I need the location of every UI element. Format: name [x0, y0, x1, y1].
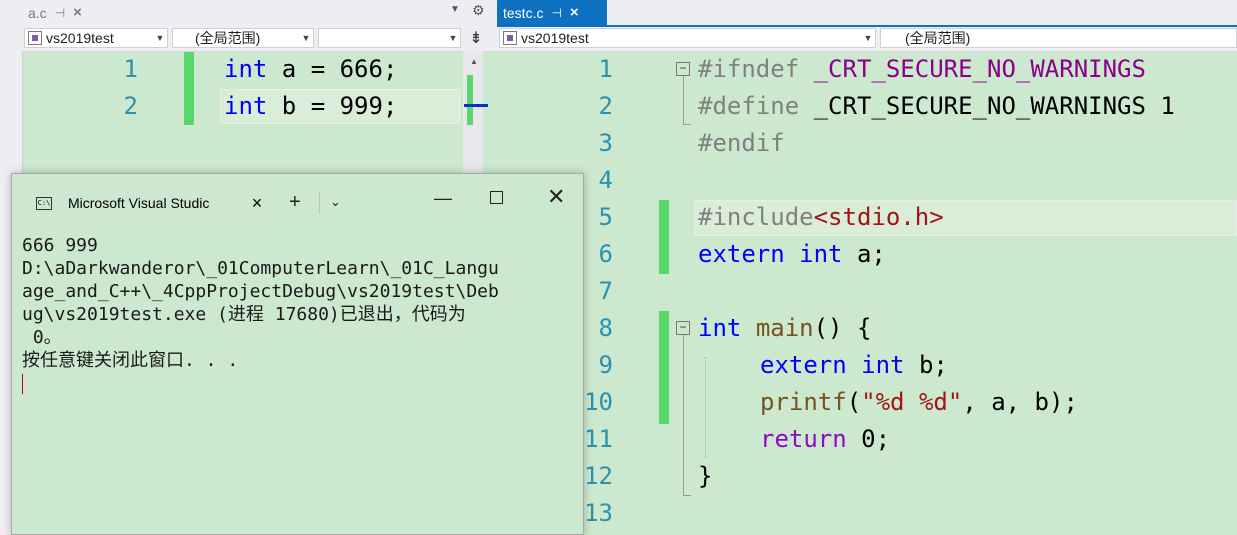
- scrollbar-caret-marker: [464, 104, 488, 107]
- change-indicator: [659, 200, 669, 274]
- scope-dropdown-value: (全局范围): [195, 30, 261, 46]
- pin-icon[interactable]: ⊣: [551, 6, 561, 20]
- code-line: #ifndef _CRT_SECURE_NO_WARNINGS: [698, 55, 1146, 83]
- output-line: D:\aDarkwanderor\_01ComputerLearn\_01C_L…: [22, 258, 499, 279]
- chevron-down-icon: ▼: [448, 33, 458, 43]
- console-tab[interactable]: C:\ Microsoft Visual Studic ×: [22, 184, 272, 222]
- scope-dropdown[interactable]: (全局范围) ▼: [172, 28, 314, 48]
- close-icon[interactable]: ×: [73, 4, 82, 21]
- outline-line: [683, 124, 691, 125]
- chevron-down-icon: ▼: [863, 33, 873, 43]
- line-number: 1: [598, 55, 613, 83]
- change-indicator: [659, 311, 669, 424]
- project-dropdown-value: vs2019test: [46, 30, 114, 46]
- scroll-up-icon[interactable]: ▲: [470, 57, 478, 66]
- dropdown-arrow-icon[interactable]: ▼: [450, 4, 460, 15]
- right-tab-bar: [497, 0, 1237, 25]
- vertical-scrollbar[interactable]: [463, 51, 483, 181]
- chevron-down-icon: ▼: [155, 33, 165, 43]
- console-title: Microsoft Visual Studic: [68, 195, 210, 211]
- code-line: #define _CRT_SECURE_NO_WARNINGS 1: [698, 92, 1175, 120]
- line-number: 1: [123, 55, 138, 83]
- minimize-icon[interactable]: —: [434, 188, 452, 209]
- divider: [319, 192, 320, 214]
- console-window[interactable]: C:\ Microsoft Visual Studic × + ⌄ — ✕ 66…: [11, 173, 584, 535]
- output-line: 666 999: [22, 235, 98, 256]
- code-line: int b = 999;: [224, 92, 398, 120]
- collapse-icon[interactable]: −: [676, 321, 690, 335]
- pin-icon[interactable]: ⊣: [55, 6, 65, 20]
- terminal-icon: C:\: [36, 196, 52, 210]
- chevron-down-icon: ▼: [301, 33, 311, 43]
- output-line: 按任意键关闭此窗口. . .: [22, 350, 239, 371]
- code-line: return 0;: [760, 425, 891, 453]
- project-icon: [28, 31, 42, 45]
- tab-label: testc.c: [503, 4, 544, 21]
- project-dropdown[interactable]: vs2019test ▼: [24, 28, 168, 48]
- change-indicator: [184, 52, 194, 125]
- code-line: #include<stdio.h>: [698, 203, 944, 231]
- code-line: extern int a;: [698, 240, 886, 268]
- close-tab-icon[interactable]: ×: [242, 193, 272, 214]
- scope-dropdown[interactable]: (全局范围): [880, 28, 1237, 48]
- output-line: age_and_C++\_4CppProjectDebug\vs2019test…: [22, 281, 499, 302]
- project-dropdown-value: vs2019test: [521, 30, 589, 46]
- console-output: 666 999 D:\aDarkwanderor\_01ComputerLearn…: [22, 234, 499, 372]
- project-icon: [503, 31, 517, 45]
- code-line: int main() {: [698, 314, 872, 342]
- scrollbar-change-marker: [467, 75, 473, 125]
- gear-icon[interactable]: ⚙: [472, 2, 485, 19]
- new-tab-icon[interactable]: +: [289, 191, 301, 214]
- chevron-down-icon[interactable]: ⌄: [330, 194, 341, 210]
- close-icon[interactable]: ×: [570, 4, 579, 21]
- split-editor-icon[interactable]: ⇟: [466, 28, 486, 48]
- outline-line: [683, 76, 684, 124]
- collapse-icon[interactable]: −: [676, 62, 690, 76]
- code-line: extern int b;: [760, 351, 948, 379]
- code-line: int a = 666;: [224, 55, 398, 83]
- text-cursor: [22, 374, 23, 394]
- tab-a-c[interactable]: a.c ⊣ ×: [22, 0, 106, 25]
- outline-line: [683, 335, 684, 495]
- maximize-icon[interactable]: [490, 191, 503, 204]
- line-number: 2: [123, 92, 138, 120]
- code-line: printf("%d %d", a, b);: [760, 388, 1078, 416]
- close-window-icon[interactable]: ✕: [547, 184, 565, 210]
- scope-dropdown-value: (全局范围): [905, 30, 971, 46]
- tab-label: a.c: [28, 4, 47, 21]
- tab-testc-c[interactable]: testc.c ⊣ ×: [497, 0, 607, 25]
- line-number: 3: [598, 129, 613, 157]
- line-number: 2: [598, 92, 613, 120]
- project-dropdown[interactable]: vs2019test ▼: [499, 28, 876, 48]
- indent-guide: [705, 357, 706, 457]
- member-dropdown[interactable]: ▼: [318, 28, 461, 48]
- output-line: 0。: [22, 327, 62, 348]
- code-line: #endif: [698, 129, 785, 157]
- output-line: ug\vs2019test.exe (进程 17680)已退出，代码为: [22, 304, 466, 325]
- code-line: }: [698, 462, 713, 490]
- outline-line: [683, 495, 691, 496]
